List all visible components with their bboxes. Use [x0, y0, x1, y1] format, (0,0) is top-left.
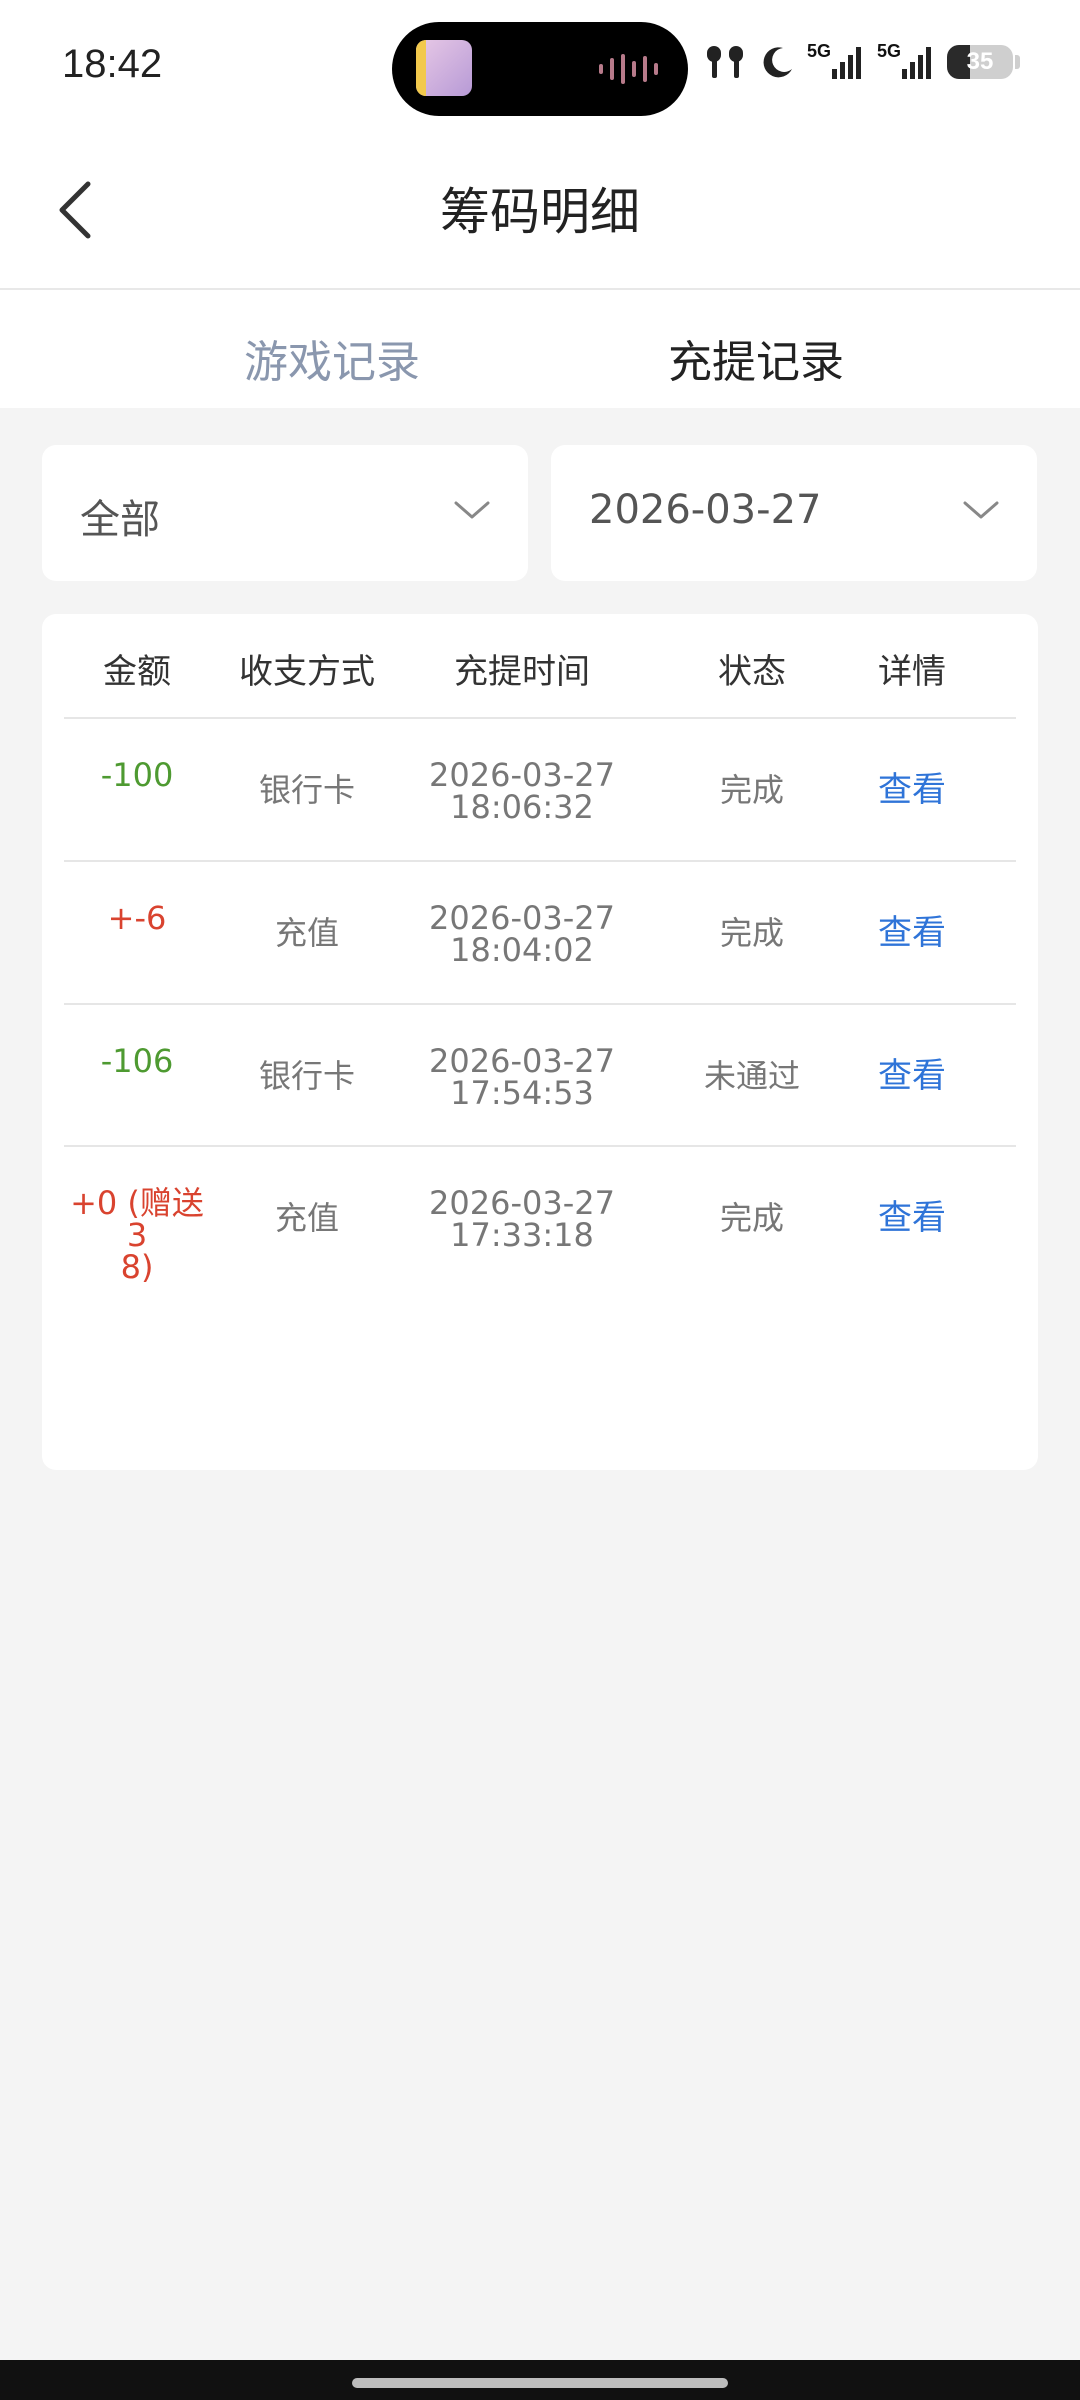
time-clock: 18:04:02 — [450, 931, 594, 969]
view-details-link[interactable]: 查看 — [862, 773, 962, 807]
column-method: 收支方式 — [239, 652, 375, 692]
time-date: 2026-03-27 — [429, 756, 615, 794]
date-filter-value: 2026-03-27 — [589, 487, 822, 533]
time-cell: 2026-03-27 18:04:02 — [422, 902, 622, 966]
earbuds-icon — [706, 46, 743, 78]
status-cell: 完成 — [719, 1199, 784, 1237]
network-5g-label: 5G — [806, 40, 831, 61]
network-5g-label-2: 5G — [876, 40, 901, 61]
records-table: 金额 收支方式 充提时间 状态 详情 -100 银行卡 2026-03-27 1… — [42, 614, 1038, 1470]
view-details-link[interactable]: 查看 — [862, 1201, 962, 1235]
column-details: 详情 — [878, 652, 946, 692]
type-filter-dropdown[interactable]: 全部 — [42, 445, 528, 581]
date-filter-dropdown[interactable]: 2026-03-27 — [551, 445, 1037, 581]
table-row: -106 银行卡 2026-03-27 17:54:53 未通过 查看 — [42, 1005, 1038, 1147]
table-row: +0 (赠送3 8) 充值 2026-03-27 17:33:18 完成 查看 — [42, 1147, 1038, 1289]
amount-text: +0 (赠送3 — [70, 1184, 204, 1254]
amount-text: -100 — [100, 756, 174, 794]
status-cell: 完成 — [719, 771, 784, 809]
status-cell: 未通过 — [703, 1057, 800, 1095]
page-header: 筹码明细 — [0, 140, 1080, 290]
page-title: 筹码明细 — [440, 183, 640, 241]
column-time: 充提时间 — [454, 652, 590, 692]
method-cell: 充值 — [274, 1199, 339, 1237]
signal-icon-2 — [902, 47, 931, 79]
record-tabs: 游戏记录 充提记录 — [0, 290, 1080, 408]
table-row: +-6 充值 2026-03-27 18:04:02 完成 查看 — [42, 862, 1038, 1004]
amount-text-continued: 8) — [120, 1248, 154, 1286]
status-bar: 18:42 5G 5G 35 — [0, 0, 1080, 140]
column-status: 状态 — [718, 652, 786, 692]
amount-cell: -100 — [62, 759, 212, 791]
table-header: 金额 收支方式 充提时间 状态 详情 — [42, 614, 1038, 718]
method-cell: 充值 — [274, 914, 339, 952]
time-date: 2026-03-27 — [429, 1042, 615, 1080]
gesture-navigation-bar — [0, 2360, 1080, 2400]
tab-deposit-withdraw-records[interactable]: 充提记录 — [668, 326, 844, 390]
amount-cell: +-6 — [62, 902, 212, 934]
amount-text: +-6 — [107, 899, 167, 937]
chevron-down-icon — [963, 501, 999, 519]
status-cell: 完成 — [719, 914, 784, 952]
time-clock: 17:54:53 — [450, 1074, 594, 1112]
time-clock: 18:06:32 — [450, 788, 594, 826]
view-details-link[interactable]: 查看 — [862, 916, 962, 950]
time-date: 2026-03-27 — [429, 1184, 615, 1222]
type-filter-value: 全部 — [80, 497, 160, 543]
amount-cell: -106 — [62, 1045, 212, 1077]
table-row: -100 银行卡 2026-03-27 18:06:32 完成 查看 — [42, 719, 1038, 861]
system-icons: 5G 5G 35 — [703, 40, 1020, 80]
signal-icon — [831, 47, 861, 79]
amount-cell: +0 (赠送3 8) — [62, 1187, 212, 1283]
status-time: 18:42 — [62, 42, 163, 86]
time-date: 2026-03-27 — [429, 899, 615, 937]
column-amount: 金额 — [103, 652, 171, 692]
time-clock: 17:33:18 — [450, 1216, 594, 1254]
battery-icon: 35 — [947, 45, 1013, 79]
now-playing-thumbnail[interactable] — [416, 40, 472, 96]
moon-icon — [763, 47, 792, 78]
tab-game-records[interactable]: 游戏记录 — [244, 326, 420, 390]
audio-wave-icon — [599, 52, 658, 86]
time-cell: 2026-03-27 17:54:53 — [422, 1045, 622, 1109]
dynamic-island[interactable] — [392, 22, 688, 116]
chevron-down-icon — [454, 501, 490, 519]
battery-percent: 35 — [966, 48, 994, 75]
view-details-link[interactable]: 查看 — [862, 1059, 962, 1093]
home-indicator[interactable] — [352, 2378, 728, 2388]
time-cell: 2026-03-27 18:06:32 — [422, 759, 622, 823]
battery-tip — [1015, 55, 1020, 69]
method-cell: 银行卡 — [258, 771, 355, 809]
time-cell: 2026-03-27 17:33:18 — [422, 1187, 622, 1251]
amount-text: -106 — [100, 1042, 174, 1080]
method-cell: 银行卡 — [258, 1057, 355, 1095]
